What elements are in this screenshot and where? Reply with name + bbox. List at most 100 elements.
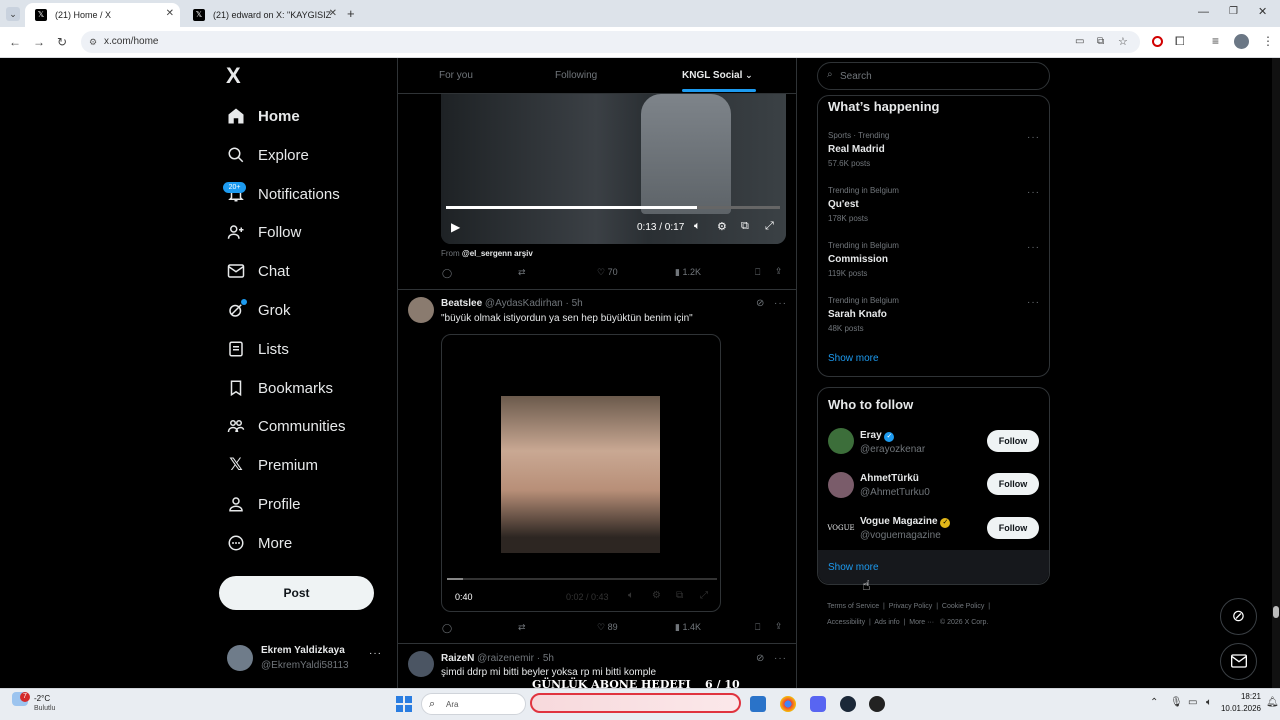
trend-name[interactable]: Commission <box>828 254 888 265</box>
restore-icon[interactable]: ❐ <box>1229 6 1238 17</box>
page-scrollbar[interactable] <box>1272 58 1280 688</box>
tweet-more-icon[interactable]: ··· <box>774 653 787 664</box>
fullscreen-icon[interactable]: ⤢ <box>700 590 708 601</box>
browser-tab-edward[interactable]: 𝕏 (21) edward on X: "KAYGISIZLA… ✕ <box>183 3 343 27</box>
views-button[interactable]: ▮ 1.2K <box>675 267 701 278</box>
nav-grok[interactable]: Grok <box>226 292 291 328</box>
pip-icon[interactable]: ⧉ <box>676 590 683 601</box>
trend-name[interactable]: Sarah Knafo <box>828 309 887 320</box>
close-tab-icon[interactable]: ✕ <box>329 8 337 19</box>
follow-show-more[interactable]: Show more <box>828 562 879 573</box>
window-close-icon[interactable]: ✕ <box>1258 5 1267 18</box>
back-arrow-icon[interactable]: ← <box>9 35 21 49</box>
nav-premium[interactable]: 𝕏 Premium <box>226 447 318 483</box>
grok-tweet-icon[interactable]: ⊘ <box>756 653 764 664</box>
search-box[interactable]: ⌕ Search <box>817 62 1050 90</box>
close-tab-icon[interactable]: ✕ <box>166 8 174 19</box>
follow-button[interactable]: Follow <box>987 473 1039 495</box>
nav-profile[interactable]: Profile <box>226 486 301 522</box>
suggestion-name[interactable]: AhmetTürkü <box>860 473 919 484</box>
file-explorer-icon[interactable] <box>750 696 766 712</box>
trend-name[interactable]: Real Madrid <box>828 144 885 155</box>
reload-icon[interactable]: ↻ <box>57 35 67 49</box>
avatar[interactable] <box>408 297 434 323</box>
nav-communities[interactable]: Communities <box>226 408 346 444</box>
taskbar-widget-strip[interactable] <box>530 693 741 713</box>
video-progress-track[interactable] <box>447 578 717 580</box>
grok-tweet-icon[interactable]: ⊘ <box>756 298 764 309</box>
forward-arrow-icon[interactable]: → <box>33 35 45 49</box>
footer-terms[interactable]: Terms of Service <box>827 603 879 610</box>
trend-name[interactable]: Qu'est <box>828 199 859 210</box>
pip-icon[interactable]: ⧉ <box>741 220 749 233</box>
like-button[interactable]: ♡ 70 <box>597 267 618 278</box>
footer-ads-info[interactable]: Ads info <box>874 619 899 626</box>
bookmark-action-icon[interactable]: ⎕ <box>755 267 760 278</box>
avatar[interactable] <box>828 472 854 498</box>
footer-cookie[interactable]: Cookie Policy <box>942 603 984 610</box>
tweet-author[interactable]: RaizeN @raizenemir · 5h <box>441 653 554 664</box>
scrollbar-thumb[interactable] <box>1273 606 1279 618</box>
nav-lists[interactable]: Lists <box>226 331 289 367</box>
account-more-icon[interactable]: ··· <box>369 648 382 659</box>
avatar[interactable] <box>408 651 434 677</box>
browser-tab-home[interactable]: 𝕏 (21) Home / X ✕ <box>25 3 180 27</box>
share-icon[interactable]: ⇪ <box>775 266 783 277</box>
settings-gear-icon[interactable]: ⚙ <box>652 590 661 601</box>
network-icon[interactable]: ▭ <box>1188 697 1197 708</box>
extensions-puzzle-icon[interactable]: ⧠ <box>1175 34 1185 48</box>
taskbar-search[interactable]: ⌕ Ara <box>421 693 526 715</box>
suggestion-name[interactable]: Eray ✓ <box>860 430 895 442</box>
tab-list-chevron-icon[interactable]: ⌄ <box>6 7 20 21</box>
microphone-icon[interactable]: 🎙︎ <box>1170 697 1183 708</box>
tweet-video-player[interactable]: ▶ 0:13 / 0:17 🔈︎ ⚙ ⧉ ⤢ <box>441 94 786 244</box>
translate-icon[interactable]: ⧉ <box>1097 35 1104 49</box>
nav-follow[interactable]: Follow <box>226 214 301 250</box>
play-icon[interactable]: ▶ <box>451 220 460 234</box>
tray-chevron-icon[interactable]: ⌃ <box>1150 697 1158 708</box>
windows-start-icon[interactable] <box>396 696 412 712</box>
avatar[interactable] <box>828 428 854 454</box>
bookmark-action-icon[interactable]: ⎕ <box>755 622 760 633</box>
volume-icon[interactable]: 🔈︎ <box>694 220 701 233</box>
suggestion-name[interactable]: Vogue Magazine ✓ <box>860 516 951 528</box>
tab-following[interactable]: Following <box>555 70 597 81</box>
address-bar[interactable]: ⚙ x.com/home <box>81 31 1140 53</box>
nav-bookmarks[interactable]: Bookmarks <box>226 370 333 406</box>
volume-icon[interactable]: 🔈︎ <box>628 590 634 601</box>
cast-icon[interactable]: ▭ <box>1075 35 1084 49</box>
like-button[interactable]: ♡ 89 <box>597 622 618 633</box>
reply-icon[interactable]: ◯ <box>442 268 452 279</box>
profile-avatar-icon[interactable] <box>1234 34 1249 49</box>
video-progress-track[interactable] <box>446 206 780 209</box>
tab-for-you[interactable]: For you <box>439 70 473 81</box>
clock-date[interactable]: 10.01.2026 <box>1200 704 1261 713</box>
clock-time[interactable]: 18:21 <box>1225 692 1261 701</box>
views-button[interactable]: ▮ 1.4K <box>675 622 701 633</box>
post-button[interactable]: Post <box>219 576 374 610</box>
follow-button[interactable]: Follow <box>987 517 1039 539</box>
nav-explore[interactable]: Explore <box>226 137 309 173</box>
share-icon[interactable]: ⇪ <box>775 621 783 632</box>
follow-button[interactable]: Follow <box>987 430 1039 452</box>
steam-icon[interactable] <box>840 696 856 712</box>
account-switcher[interactable]: Ekrem Yaldizkaya @EkremYaldi58113 ··· <box>219 640 381 678</box>
grok-float-icon[interactable]: ⊘ <box>1220 598 1257 635</box>
tab-kngl-social[interactable]: KNGL Social ⌄ <box>682 70 753 81</box>
media-queue-icon[interactable]: ≡ <box>1212 34 1219 48</box>
chrome-icon[interactable] <box>780 696 796 712</box>
reply-icon[interactable]: ◯ <box>442 623 452 634</box>
opera-extension-icon[interactable] <box>1152 36 1163 47</box>
discord-icon[interactable] <box>810 696 826 712</box>
footer-accessibility[interactable]: Accessibility <box>827 619 865 626</box>
repost-icon[interactable]: ⇄ <box>518 622 526 633</box>
settings-gear-icon[interactable]: ⚙ <box>717 220 727 233</box>
trends-show-more[interactable]: Show more <box>828 353 879 364</box>
nav-home[interactable]: Home <box>226 98 300 134</box>
trend-more-icon[interactable]: ··· <box>1027 242 1040 253</box>
footer-privacy[interactable]: Privacy Policy <box>889 603 933 610</box>
site-info-icon[interactable]: ⚙ <box>89 31 97 53</box>
tweet-author[interactable]: Beatslee @AydasKadirhan · 5h <box>441 298 583 309</box>
nav-more[interactable]: More <box>226 525 292 561</box>
vogue-logo-avatar[interactable]: VOGUE <box>826 515 856 541</box>
